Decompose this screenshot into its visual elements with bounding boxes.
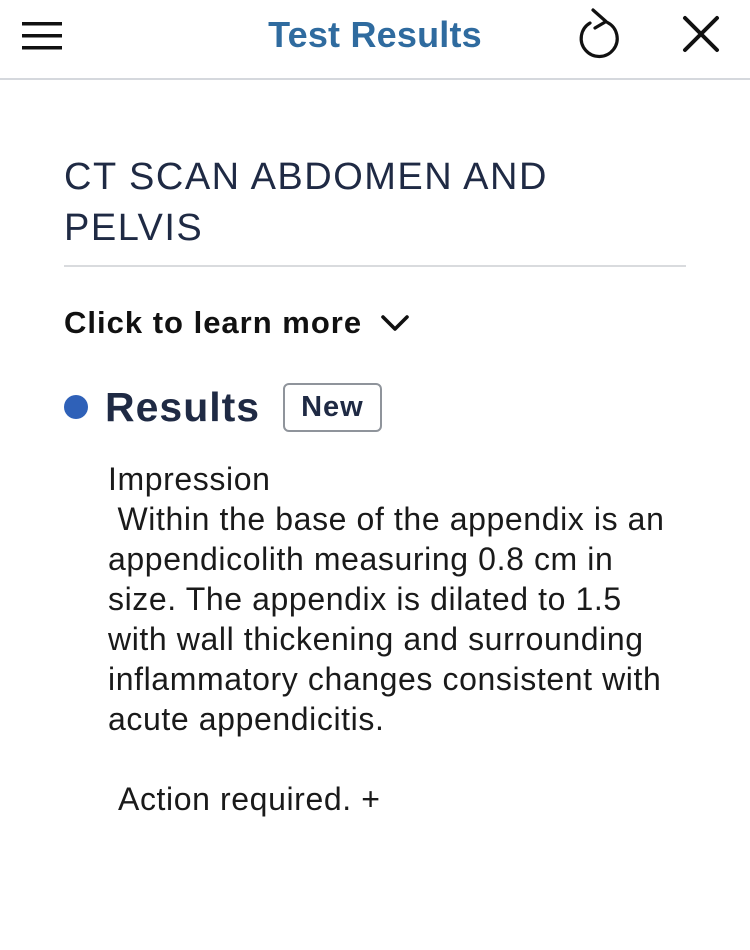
action-required-link[interactable]: Action required. +: [118, 779, 686, 819]
top-bar: Test Results: [0, 0, 750, 80]
chevron-down-icon: [381, 315, 409, 331]
report-text: Impression Within the base of the append…: [108, 461, 665, 737]
refresh-icon: [579, 8, 619, 59]
close-icon: [683, 16, 719, 52]
test-name: CT SCAN ABDOMEN AND PELVIS: [64, 152, 686, 267]
learn-more-label: Click to learn more: [64, 305, 363, 340]
results-heading: Results: [105, 383, 261, 430]
results-section-header: Results New: [64, 381, 686, 433]
unread-dot-icon: [64, 395, 88, 419]
result-detail: CT SCAN ABDOMEN AND PELVIS Click to lear…: [64, 150, 686, 819]
close-button[interactable]: [681, 14, 721, 54]
page-title: Test Results: [268, 14, 482, 55]
new-badge: New: [283, 382, 382, 432]
learn-more-toggle[interactable]: Click to learn more: [64, 303, 686, 343]
refresh-button[interactable]: [575, 6, 623, 62]
